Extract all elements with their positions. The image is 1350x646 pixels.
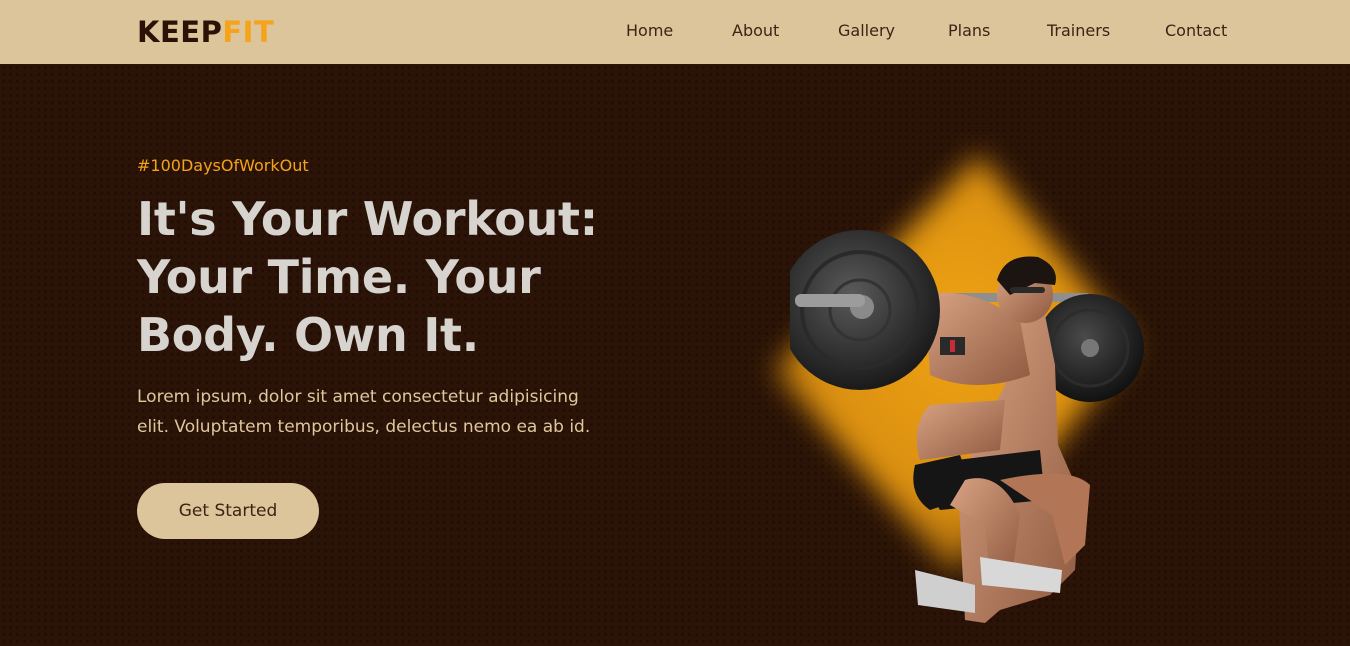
nav-link-contact[interactable]: Contact [1165, 21, 1227, 41]
hero-headline: It's Your Workout: Your Time. Your Body.… [137, 190, 598, 364]
nav-link-plans[interactable]: Plans [948, 21, 990, 41]
headline-line: Your Time. Your [137, 250, 541, 304]
nav-link-gallery[interactable]: Gallery [838, 21, 895, 41]
description-line: Lorem ipsum, dolor sit amet consectetur … [137, 387, 579, 407]
navbar: KEEPFIT Home About Gallery Plans Trainer… [0, 0, 1350, 76]
get-started-button[interactable]: Get Started [137, 483, 319, 539]
hero-tagline: #100DaysOfWorkOut [137, 156, 309, 175]
nav-link-home[interactable]: Home [626, 21, 673, 41]
hero-description: Lorem ipsum, dolor sit amet consectetur … [137, 382, 590, 442]
nav-link-about[interactable]: About [732, 21, 779, 41]
main-nav: Home About Gallery Plans Trainers Contac… [0, 0, 1350, 64]
description-line: elit. Voluptatem temporibus, delectus ne… [137, 417, 591, 437]
nav-link-trainers[interactable]: Trainers [1047, 21, 1110, 41]
headline-line: It's Your Workout: [137, 192, 598, 246]
athlete-image [790, 230, 1144, 623]
headline-line: Body. Own It. [137, 308, 479, 362]
